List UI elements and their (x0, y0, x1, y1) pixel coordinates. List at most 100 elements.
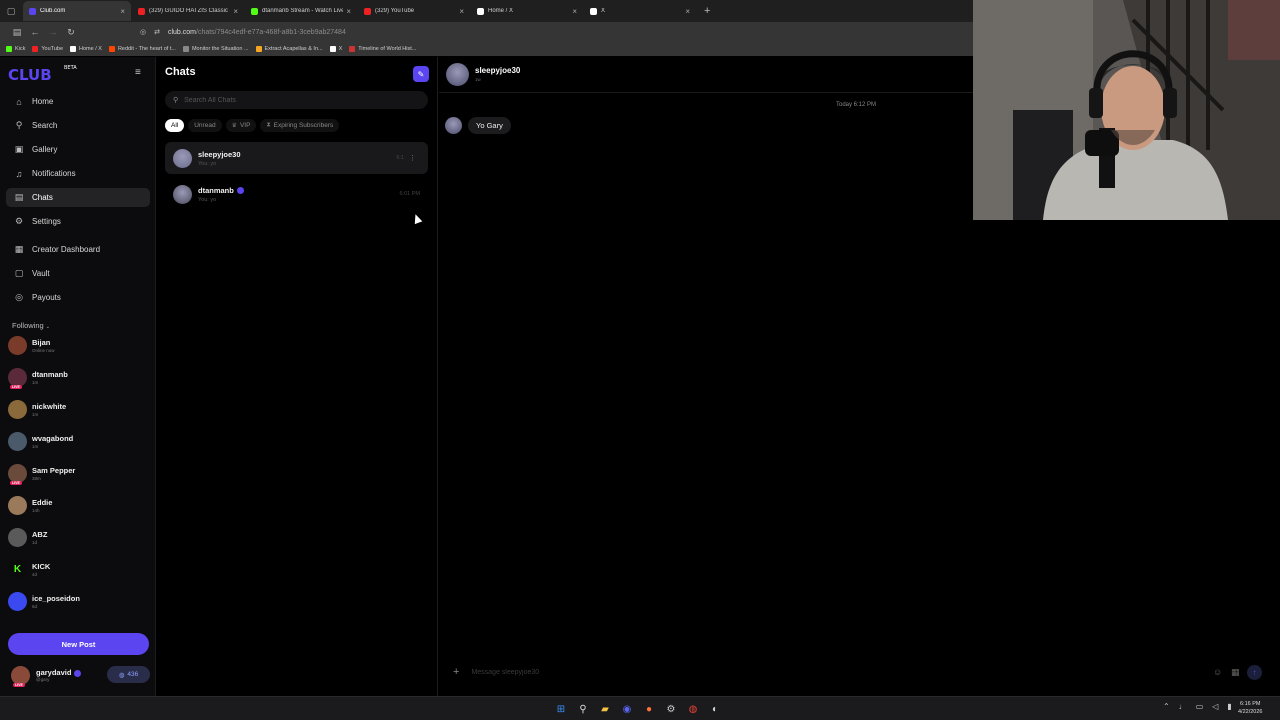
network-icon[interactable]: ▭ (1196, 702, 1204, 711)
browser-tab[interactable]: Club.com × (23, 1, 131, 21)
search-input[interactable] (184, 96, 405, 104)
url-text[interactable]: club.com/chats/794c4edf-e77a-468f-a8b1-3… (168, 29, 346, 36)
bookmark[interactable]: Extract Acapellas & In... (255, 46, 323, 52)
avatar[interactable] (446, 63, 469, 86)
filter-vip[interactable]: ♛ VIP (225, 119, 257, 132)
back-icon[interactable]: ← (26, 27, 44, 37)
search-icon: ⚲ (173, 97, 179, 104)
following-header[interactable]: Following ⌄ (12, 321, 50, 330)
filter-expiring-subscribers[interactable]: ⧗ Expiring Subscribers (260, 119, 340, 132)
sidebar-item-notifications[interactable]: ♫ Notifications (6, 164, 150, 183)
steam-icon[interactable]: ◐ (707, 701, 723, 717)
sidebar-item-search[interactable]: ⚲ Search (6, 116, 150, 135)
bookmark-favicon-icon (32, 46, 39, 52)
sidebar-item-gallery[interactable]: ▣ Gallery (6, 140, 150, 159)
url-field[interactable]: ◎ ⇄ club.com/chats/794c4edf-e77a-468f-a8… (140, 28, 346, 37)
chat-row[interactable]: sleepyjoe30 You: yo 6:1 ⋮ (165, 142, 428, 174)
browser-tab[interactable]: Home / X × (471, 1, 583, 21)
live-badge: LIVE (10, 480, 22, 485)
volume-icon[interactable]: ◁ (1212, 702, 1218, 711)
avatar[interactable] (445, 117, 462, 134)
bookmark[interactable]: YouTube (32, 46, 63, 52)
conversation-name[interactable]: sleepyjoe30 (475, 66, 520, 75)
following-item[interactable]: LIVE dtanmanb 1m (8, 364, 148, 390)
bookmark[interactable]: Home / X (70, 46, 102, 52)
browser-tab[interactable]: X × (584, 1, 696, 21)
battery-icon[interactable]: ▮ (1227, 702, 1231, 711)
discord-icon[interactable]: ◉ (619, 701, 635, 717)
filter-unread[interactable]: Unread (188, 119, 222, 132)
message-input[interactable] (471, 668, 1172, 676)
start-icon[interactable]: ⊞ (553, 701, 569, 717)
following-name: ABZ (32, 529, 48, 539)
site-info-icon[interactable]: ◎ (140, 28, 146, 36)
sidebar-item-home[interactable]: ⌂ Home (6, 92, 150, 111)
points-badge[interactable]: ◍ 436 (107, 666, 150, 683)
chat-row[interactable]: dtanmanb You: yo 6:01 PM (165, 178, 428, 210)
settings-icon[interactable]: ⚙ (663, 701, 679, 717)
sidebar-item-payouts[interactable]: ◎ Payouts (6, 288, 150, 307)
close-tab-icon[interactable]: × (572, 7, 577, 16)
new-tab-button[interactable]: + (704, 5, 710, 17)
following-item[interactable]: ice_poseidon 6d (8, 588, 148, 614)
following-item[interactable]: ABZ 1d (8, 524, 148, 550)
browser-tab[interactable]: dtanmanb Stream - Watch Live × (245, 1, 357, 21)
message-bubble[interactable]: Yo Gary (468, 117, 511, 134)
close-tab-icon[interactable]: × (685, 7, 690, 16)
sidebar-item-creator-dashboard[interactable]: ▦ Creator Dashboard (6, 240, 150, 259)
tune-icon[interactable]: ⇄ (154, 28, 160, 36)
tab-menu-icon[interactable]: ▢ (0, 0, 22, 22)
hamburger-menu-icon[interactable]: ≡ (135, 67, 141, 78)
bookmark[interactable]: X (329, 46, 342, 52)
following-item[interactable]: wvagabond 1m (8, 428, 148, 454)
bookmark[interactable]: Kick (6, 46, 25, 52)
chevron-up-icon[interactable]: ⌃ (1163, 702, 1170, 711)
media-icon[interactable]: ▦ (1231, 667, 1240, 678)
close-tab-icon[interactable]: × (459, 7, 464, 16)
forward-icon[interactable]: → (44, 27, 62, 37)
clock[interactable]: 6:16 PM 4/22/2026 (1238, 700, 1262, 716)
file-explorer-icon[interactable]: ▰ (597, 701, 613, 717)
avatar (8, 527, 27, 547)
chat-search[interactable]: ⚲ (165, 91, 428, 109)
club-logo[interactable]: CLUB BETA (8, 65, 77, 84)
vault-icon: ▢ (14, 268, 24, 278)
microphone-icon[interactable]: ♩ (1179, 702, 1187, 711)
browser-tab[interactable]: (329) YouTube × (358, 1, 470, 21)
sidebar-toggle-icon[interactable]: ▤ (8, 27, 26, 38)
search-icon: ⚲ (15, 120, 23, 130)
new-post-button[interactable]: New Post (8, 633, 149, 655)
send-button[interactable]: ↑ (1247, 665, 1262, 680)
chat-row-text: sleepyjoe30 You: yo (198, 150, 241, 167)
search-icon[interactable]: ⚲ (575, 701, 591, 717)
sidebar-item-settings[interactable]: ⚙ Settings (6, 212, 150, 231)
reload-icon[interactable]: ↻ (62, 27, 80, 38)
filter-all[interactable]: All (165, 119, 185, 132)
emoji-icon[interactable]: ☺ (1213, 667, 1222, 677)
chat-preview: You: yo (198, 196, 217, 203)
following-item[interactable]: Eddie 14h (8, 492, 148, 518)
following-item[interactable]: LIVE Sam Pepper 38m (8, 460, 148, 486)
close-tab-icon[interactable]: × (346, 7, 351, 16)
tab-strip: Club.com × (329) GUIDO HATZIS Classic Ca × d… (22, 1, 696, 21)
firefox-icon[interactable]: ● (641, 701, 657, 717)
following-item[interactable]: Bijan Online now (8, 332, 148, 358)
close-tab-icon[interactable]: × (233, 7, 238, 16)
sidebar-item-chats[interactable]: ▤ Chats (6, 188, 150, 207)
bookmark[interactable]: Monitor the Situation ... (182, 46, 249, 52)
current-user[interactable]: LIVE garydavid @gary ◍ 436 (11, 664, 151, 687)
chrome-icon[interactable]: ◍ (685, 701, 701, 717)
following-item[interactable]: K KICK 4d (8, 556, 148, 582)
more-options-icon[interactable]: ⋮ (409, 154, 416, 162)
bookmark[interactable]: Timeline of World Hist... (349, 46, 416, 52)
following-item[interactable]: nickwhite 1m (8, 396, 148, 422)
bookmark-label: Monitor the Situation ... (191, 46, 249, 52)
sidebar-item-vault[interactable]: ▢ Vault (6, 264, 150, 283)
browser-tab[interactable]: (329) GUIDO HATZIS Classic Ca × (132, 1, 244, 21)
sidebar-item-label: Vault (32, 269, 50, 278)
sidebar-item-label: Gallery (32, 145, 58, 154)
attach-plus-icon[interactable]: + (453, 666, 459, 678)
close-tab-icon[interactable]: × (120, 7, 125, 16)
bookmark[interactable]: Reddit - The heart of t... (108, 46, 176, 52)
compose-button[interactable]: ✎ (413, 66, 429, 82)
